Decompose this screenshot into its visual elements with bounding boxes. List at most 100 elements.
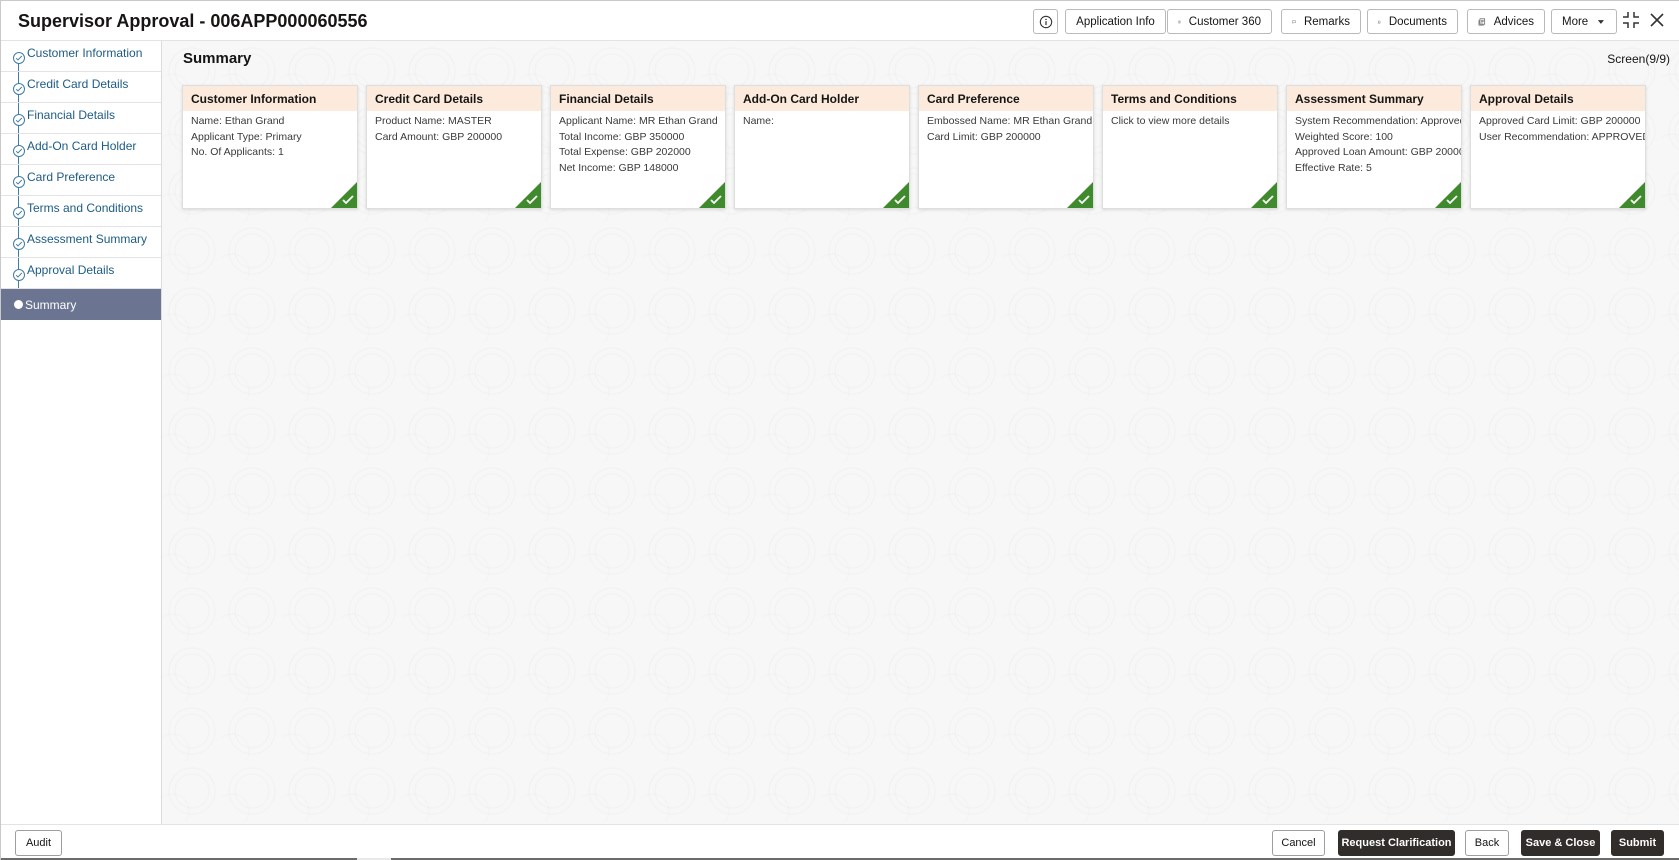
save-close-button[interactable]: Save & Close (1521, 830, 1600, 856)
card-line: Name: (743, 115, 774, 127)
card-line: System Recommendation: Approved (1295, 115, 1462, 127)
card-line: Click to view more details (1111, 115, 1230, 127)
sidebar-item-customer-information[interactable]: Customer Information (1, 41, 161, 72)
user-card-icon (1178, 20, 1181, 23)
page-header-title: Supervisor Approval - 006APP000060556 (18, 11, 368, 31)
check-circle-icon (13, 145, 25, 157)
sidebar-item-financial-details[interactable]: Financial Details (1, 103, 161, 134)
info-icon (1039, 15, 1052, 28)
card-title: Assessment Summary (1287, 86, 1461, 111)
main-content: Summary Screen(9/9) Customer Information… (162, 41, 1679, 824)
sidebar-item-label: Assessment Summary (27, 232, 148, 246)
close-icon[interactable] (1647, 10, 1667, 30)
minimize-icon[interactable] (1621, 10, 1641, 30)
documents-label: Documents (1388, 15, 1447, 28)
card-line: Approved Card Limit: GBP 200000 (1479, 115, 1641, 127)
audit-button[interactable]: Audit (15, 830, 62, 856)
more-dropdown[interactable]: More (1551, 9, 1617, 34)
card-title: Add-On Card Holder (735, 86, 909, 111)
card-title: Credit Card Details (367, 86, 541, 111)
customer-360-button[interactable]: Customer 360 (1167, 9, 1272, 34)
check-circle-icon (13, 207, 25, 219)
remarks-button[interactable]: Remarks (1281, 9, 1361, 34)
remarks-label: Remarks (1303, 15, 1350, 28)
sidebar-item-assessment-summary[interactable]: Assessment Summary (1, 227, 161, 258)
card-line: Name: Ethan Grand (191, 115, 285, 127)
submit-button[interactable]: Submit (1611, 830, 1664, 856)
sidebar-item-label: Approval Details (27, 263, 115, 277)
documents-button[interactable]: Documents (1367, 9, 1458, 34)
sidebar-item-label: Summary (25, 298, 77, 312)
sidebar-item-approval-details[interactable]: Approval Details (1, 258, 161, 289)
application-info-button[interactable]: Application Info (1065, 9, 1166, 34)
caret-down-icon (1598, 19, 1605, 24)
summary-card-approval-details[interactable]: Approval Details Approved Card Limit: GB… (1470, 85, 1646, 209)
header-bar: Supervisor Approval - 006APP000060556 Ap… (1, 1, 1679, 41)
sidebar-item-summary[interactable]: Summary (1, 289, 161, 320)
summary-card-financial-details[interactable]: Financial Details Applicant Name: MR Eth… (550, 85, 726, 209)
footer-bar: Audit Cancel Request Clarification Back … (1, 824, 1679, 860)
sidebar-item-label: Customer Information (27, 46, 143, 60)
screen-indicator: Screen(9/9) (1607, 52, 1670, 66)
sidebar-item-label: Credit Card Details (27, 77, 129, 91)
summary-card-card-preference[interactable]: Card Preference Embossed Name: MR Ethan … (918, 85, 1094, 209)
advices-button[interactable]: Advices (1467, 9, 1545, 34)
check-icon (1630, 195, 1642, 205)
card-line: Net Income: GBP 148000 (559, 161, 679, 174)
sidebar-item-label: Terms and Conditions (27, 201, 144, 215)
sidebar-item-credit-card-details[interactable]: Credit Card Details (1, 72, 161, 103)
card-line: Embossed Name: MR Ethan Grand (927, 115, 1093, 127)
back-button[interactable]: Back (1465, 830, 1509, 856)
check-icon (710, 195, 722, 205)
check-circle-icon (13, 238, 25, 250)
summary-card-assessment-summary[interactable]: Assessment Summary System Recommendation… (1286, 85, 1462, 209)
request-clarification-button[interactable]: Request Clarification (1338, 830, 1455, 856)
summary-card-terms-and-conditions[interactable]: Terms and Conditions Click to view more … (1102, 85, 1278, 209)
current-step-dot-icon (14, 300, 23, 309)
application-info-label: Application Info (1076, 15, 1155, 28)
card-line: Applicant Type: Primary (191, 130, 302, 143)
check-icon (1262, 195, 1274, 205)
card-line: Card Amount: GBP 200000 (375, 130, 503, 143)
summary-card-credit-card-details[interactable]: Credit Card Details Product Name: MASTER… (366, 85, 542, 209)
app-window: Supervisor Approval - 006APP000060556 Ap… (0, 0, 1679, 860)
sidebar: Customer Information Credit Card Details… (1, 41, 162, 824)
sidebar-item-add-on-card-holder[interactable]: Add-On Card Holder (1, 134, 161, 165)
check-icon (1078, 195, 1090, 205)
check-circle-icon (13, 83, 25, 95)
card-line: Total Income: GBP 350000 (559, 130, 685, 143)
check-circle-icon (13, 176, 25, 188)
card-line: Card Limit: GBP 200000 (927, 130, 1041, 143)
page-title: Summary (183, 50, 252, 67)
check-icon (526, 195, 538, 205)
card-title: Customer Information (183, 86, 357, 111)
more-label: More (1562, 15, 1589, 28)
check-icon (1446, 195, 1458, 205)
document-icon (1378, 20, 1381, 23)
check-icon (894, 195, 906, 205)
customer-360-label: Customer 360 (1188, 15, 1261, 28)
info-button[interactable] (1033, 9, 1058, 34)
sidebar-item-label: Card Preference (27, 170, 116, 184)
cancel-button[interactable]: Cancel (1272, 830, 1325, 856)
card-line: Applicant Name: MR Ethan Grand (559, 115, 718, 127)
card-line: Approved Loan Amount: GBP 200000 (1295, 146, 1462, 158)
card-line: No. Of Applicants: 1 (191, 146, 284, 158)
card-line: Weighted Score: 100 (1295, 130, 1393, 143)
sidebar-item-label: Add-On Card Holder (27, 139, 137, 153)
check-icon (342, 195, 354, 205)
check-circle-icon (13, 52, 25, 64)
check-circle-icon (13, 269, 25, 281)
card-title: Approval Details (1471, 86, 1645, 111)
summary-card-customer-information[interactable]: Customer Information Name: Ethan Grand A… (182, 85, 358, 209)
sidebar-item-terms-and-conditions[interactable]: Terms and Conditions (1, 196, 161, 227)
card-line: User Recommendation: APPROVED (1479, 130, 1646, 143)
summary-card-add-on-card-holder[interactable]: Add-On Card Holder Name: (734, 85, 910, 209)
check-circle-icon (13, 114, 25, 126)
chat-icon (1292, 19, 1296, 24)
sidebar-item-card-preference[interactable]: Card Preference (1, 165, 161, 196)
card-title: Financial Details (551, 86, 725, 111)
sidebar-item-label: Financial Details (27, 108, 116, 122)
card-line: Effective Rate: 5 (1295, 161, 1372, 174)
card-title: Terms and Conditions (1103, 86, 1277, 111)
